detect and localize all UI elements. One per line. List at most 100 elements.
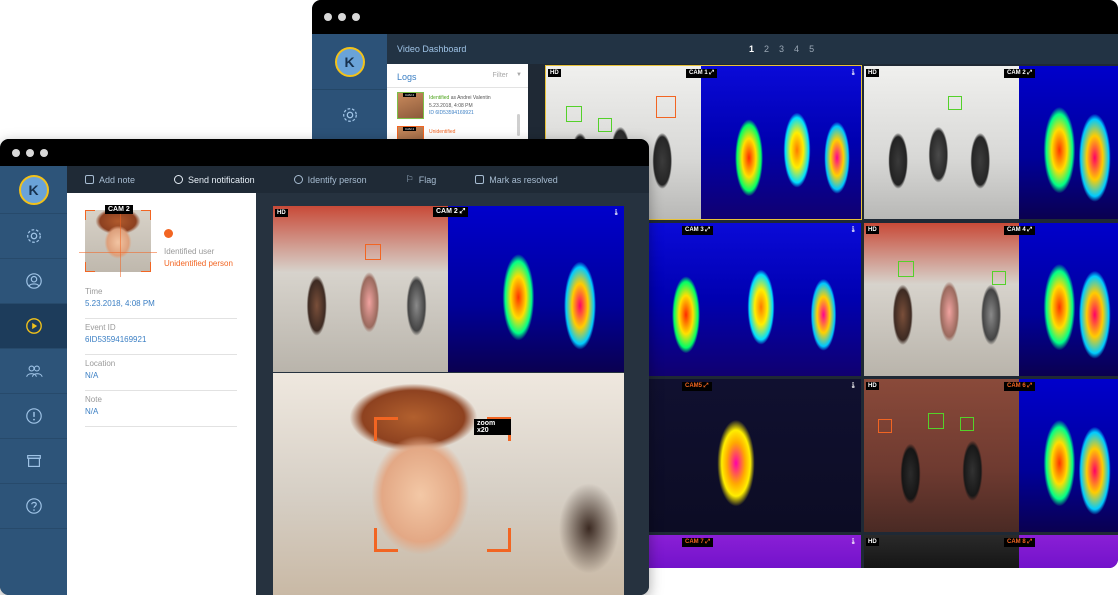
window-minimize-dot[interactable]: [26, 148, 34, 157]
page-link-1[interactable]: 1: [749, 44, 754, 54]
page-link-3[interactable]: 3: [779, 44, 784, 54]
bracket-corner: [141, 262, 151, 272]
mark-resolved-button[interactable]: Mark as resolved: [475, 175, 558, 185]
sidebar-item-archive[interactable]: [0, 439, 67, 484]
bracket-corner: [85, 210, 95, 220]
sidebar-logo[interactable]: K: [312, 34, 387, 90]
expand-icon[interactable]: ⤢: [460, 208, 466, 215]
sidebar-item-help[interactable]: [0, 484, 67, 529]
logs-filter[interactable]: Filter: [492, 72, 508, 79]
camera-thermal-feed: [1019, 66, 1118, 219]
logo-icon: K: [18, 174, 49, 205]
camera-label-text: CAM 4: [1007, 227, 1026, 233]
field-time: Time 5.23.2018, 4:08 PM: [85, 283, 237, 319]
camera-tile-2[interactable]: HD CAM 2 ⤢: [864, 66, 1118, 219]
logo-icon: K: [334, 46, 365, 77]
face-detection-box: [992, 271, 1006, 285]
camera-label[interactable]: CAM 7 ⤢: [682, 538, 714, 547]
face-cam-tag: CAM 2: [105, 205, 133, 214]
field-value: N/A: [85, 371, 99, 380]
logs-scrollbar[interactable]: [517, 114, 520, 136]
thermometer-icon[interactable]: 🌡: [849, 226, 857, 233]
chevron-down-icon[interactable]: ▼: [516, 72, 522, 78]
crosshair-vertical: [120, 205, 121, 277]
identified-label: Identified user: [164, 247, 215, 256]
face-snapshot[interactable]: CAM 2: [79, 205, 157, 277]
sidebar-item-alerts[interactable]: [0, 394, 67, 439]
flag-label: Flag: [418, 174, 437, 185]
sidebar-item-people[interactable]: [0, 349, 67, 394]
page-link-2[interactable]: 2: [764, 44, 769, 54]
field-event-id: Event ID 6ID53594169921: [85, 319, 237, 355]
log-time: 5.23.2018, 4:08 PM: [429, 103, 473, 109]
camera-label[interactable]: CAM 2 ⤢: [433, 207, 469, 217]
camera-label[interactable]: CAM 2 ⤢: [1004, 69, 1036, 78]
sidebar-logo[interactable]: K: [0, 166, 67, 214]
sidebar-item-profile[interactable]: [0, 259, 67, 304]
identified-value[interactable]: Unidentified person: [164, 259, 233, 268]
log-item[interactable]: CAM 2 Identified as Andrei Valentin 5.23…: [387, 88, 528, 122]
camera-visible-feed: [864, 379, 1019, 532]
camera-label[interactable]: CAM 3 ⤢: [682, 226, 714, 235]
log-status: Unidentified: [429, 129, 456, 135]
expand-icon[interactable]: ⤢: [1027, 539, 1032, 545]
log-status-line: Identified as Andrei Valentin: [429, 95, 491, 101]
camera-feed-cam2[interactable]: HD CAM 2 ⤢ 🌡: [273, 206, 624, 372]
window-close-dot[interactable]: [324, 13, 332, 21]
expand-icon[interactable]: ⤢: [1027, 227, 1032, 233]
camera-label[interactable]: CAM5 ⤢: [682, 382, 712, 391]
event-detail-panel: CAM 2 Identified user Unidentified perso…: [67, 193, 256, 595]
field-value[interactable]: N/A: [85, 407, 98, 416]
expand-icon[interactable]: ⤢: [1027, 383, 1032, 389]
field-note: Note N/A: [85, 391, 237, 427]
camera-visible-feed: [273, 206, 448, 372]
camera-tile-4[interactable]: HD CAM 4 ⤢: [864, 223, 1118, 376]
thermometer-icon[interactable]: 🌡: [849, 69, 857, 76]
page-link-4[interactable]: 4: [794, 44, 799, 54]
thermometer-icon[interactable]: 🌡: [612, 209, 620, 216]
sidebar-item-video[interactable]: [0, 304, 67, 349]
camera-label[interactable]: CAM 8 ⤢: [1004, 538, 1036, 547]
thermometer-icon[interactable]: 🌡: [849, 538, 857, 545]
field-label: Event ID: [85, 323, 116, 332]
bracket-corner: [85, 262, 95, 272]
bracket-corner: [487, 528, 511, 552]
hd-badge: HD: [866, 382, 879, 390]
window-minimize-dot[interactable]: [338, 13, 346, 21]
flag-button[interactable]: ⚐ Flag: [406, 174, 437, 185]
play-icon: [25, 318, 42, 334]
identify-person-button[interactable]: Identify person: [293, 175, 367, 185]
page-link-5[interactable]: 5: [809, 44, 814, 54]
face-detection-box: [948, 96, 962, 110]
camera-label-text: CAM 3: [685, 227, 704, 233]
camera-label[interactable]: CAM 4 ⤢: [1004, 226, 1036, 235]
add-note-button[interactable]: Add note: [85, 175, 135, 185]
zoom-view[interactable]: zoom x20: [273, 373, 624, 595]
expand-icon[interactable]: ⤢: [705, 539, 710, 545]
face-detection-box: [566, 106, 582, 122]
help-icon: [25, 498, 42, 514]
window-maximize-dot[interactable]: [352, 13, 360, 21]
expand-icon[interactable]: ⤢: [1027, 70, 1032, 76]
users-icon: [25, 365, 43, 377]
archive-icon: [26, 455, 41, 467]
camera-visible-feed: [864, 535, 1019, 568]
camera-tile-6[interactable]: HD CAM 6 ⤢: [864, 379, 1118, 532]
camera-label-text: CAM 1: [689, 70, 708, 76]
camera-label[interactable]: CAM 1 ⤢: [686, 69, 718, 78]
send-notification-button[interactable]: Send notification: [174, 175, 255, 185]
sidebar-item-settings[interactable]: [0, 214, 67, 259]
camera-label[interactable]: CAM 6 ⤢: [1004, 382, 1036, 391]
expand-icon[interactable]: ⤢: [709, 70, 714, 76]
face-detection-box: [960, 417, 974, 431]
camera-tile-8[interactable]: HD CAM 8 ⤢: [864, 535, 1118, 568]
thermometer-icon[interactable]: 🌡: [849, 382, 857, 389]
window-maximize-dot[interactable]: [40, 148, 48, 157]
checkbox-icon: [475, 175, 485, 184]
window-close-dot[interactable]: [12, 148, 20, 157]
pagination: 1 2 3 4 5: [749, 44, 814, 54]
expand-icon[interactable]: ⤢: [704, 383, 709, 389]
expand-icon[interactable]: ⤢: [705, 227, 710, 233]
sidebar-item-settings[interactable]: [312, 90, 387, 140]
log-status-rest: as Andrei Valentin: [450, 95, 491, 101]
